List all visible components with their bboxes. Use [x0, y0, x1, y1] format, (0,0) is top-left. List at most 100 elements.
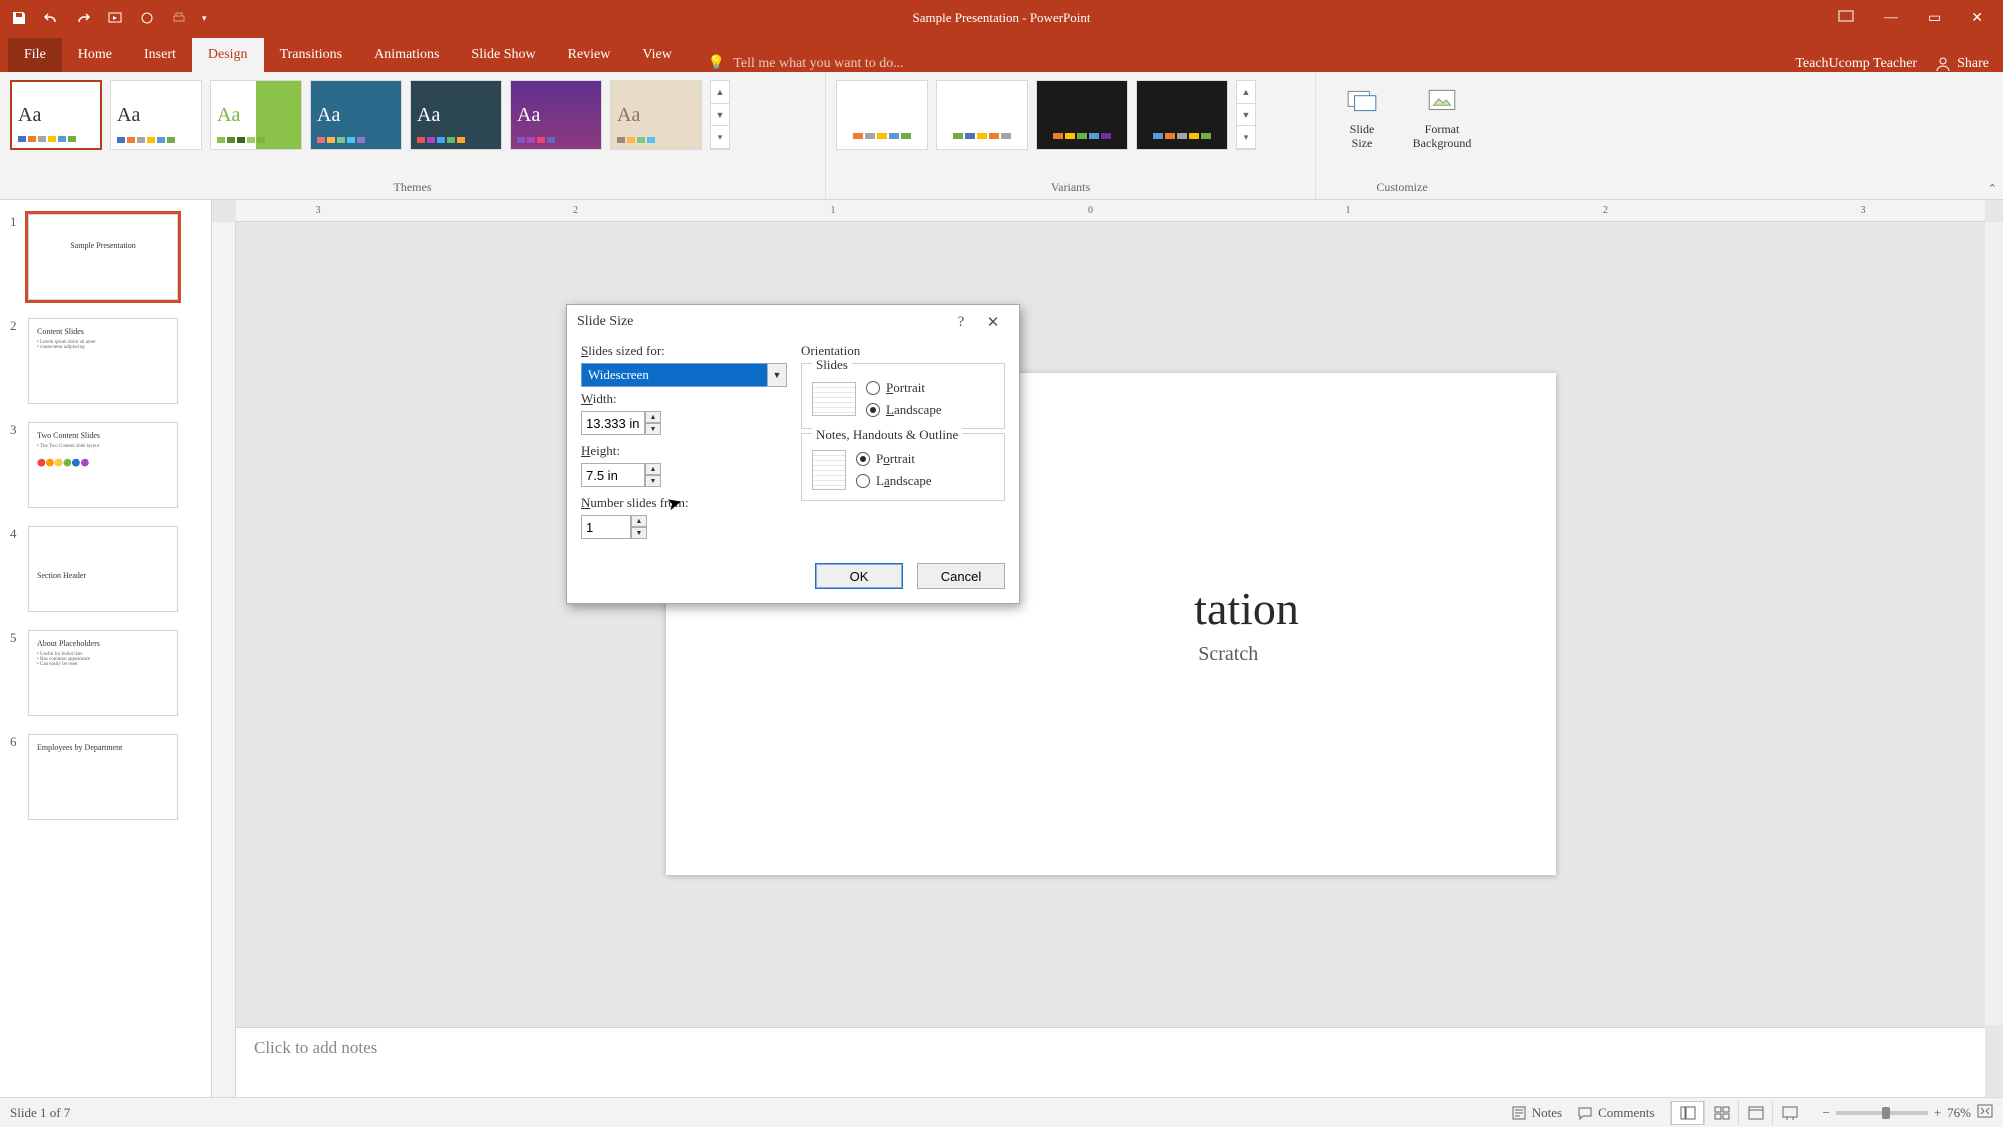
print-icon[interactable] [170, 9, 188, 27]
fit-to-window-button[interactable] [1977, 1104, 1993, 1122]
dialog-title: Slide Size [577, 314, 633, 330]
thumb-number: 1 [10, 214, 22, 230]
maximize-icon[interactable]: ▭ [1928, 10, 1941, 27]
slide-thumbnail[interactable]: Section Header [28, 526, 178, 612]
slide-thumbnail[interactable]: About Placeholders• Useful for bullet li… [28, 630, 178, 716]
variant-tile[interactable] [1036, 80, 1128, 150]
themes-gallery-more[interactable]: ▲▼▾ [710, 80, 730, 150]
theme-tile[interactable]: Aa [10, 80, 102, 150]
lightbulb-icon: 💡 [708, 55, 725, 72]
slide-thumbnail[interactable]: Employees by Department [28, 734, 178, 820]
window-title: Sample Presentation - PowerPoint [912, 10, 1090, 26]
number-from-label: Number slides from: [581, 495, 787, 511]
save-icon[interactable] [10, 9, 28, 27]
number-from-input[interactable] [581, 515, 631, 539]
cancel-button[interactable]: Cancel [917, 563, 1005, 589]
ribbon: Aa Aa Aa Aa Aa Aa Aa ▲▼▾ Themes ▲▼▾ Vari… [0, 72, 2003, 200]
vertical-ruler[interactable] [212, 222, 236, 1097]
theme-tile[interactable]: Aa [510, 80, 602, 150]
variants-gallery-more[interactable]: ▲▼▾ [1236, 80, 1256, 150]
thumb-number: 5 [10, 630, 22, 646]
sized-for-dropdown[interactable]: Widescreen ▼ [581, 363, 787, 387]
share-button[interactable]: Share [1935, 56, 1989, 72]
number-from-spinner[interactable]: ▲▼ [631, 515, 647, 539]
qat-more-icon[interactable]: ▾ [202, 13, 207, 24]
circle-icon[interactable] [138, 9, 156, 27]
thumb-number: 3 [10, 422, 22, 438]
zoom-slider[interactable] [1836, 1111, 1928, 1115]
theme-tile[interactable]: Aa [110, 80, 202, 150]
undo-icon[interactable] [42, 9, 60, 27]
theme-tile[interactable]: Aa [210, 80, 302, 150]
format-background-button[interactable]: Format Background [1406, 80, 1478, 170]
theme-tile[interactable]: Aa [310, 80, 402, 150]
redo-icon[interactable] [74, 9, 92, 27]
slide-thumbnail[interactable]: Content Slides• Lorem ipsum dolor sit am… [28, 318, 178, 404]
theme-tile[interactable]: Aa [610, 80, 702, 150]
tab-review[interactable]: Review [552, 38, 627, 72]
tell-me-placeholder: Tell me what you want to do... [733, 56, 904, 72]
slides-portrait-radio[interactable]: Portrait [866, 380, 942, 396]
sorter-view-button[interactable] [1704, 1101, 1738, 1125]
slideshow-view-button[interactable] [1772, 1101, 1806, 1125]
horizontal-ruler[interactable]: 6 5 4 3 2 1 0 1 2 3 4 5 6 [236, 200, 1985, 222]
tell-me-search[interactable]: 💡 Tell me what you want to do... [708, 55, 904, 72]
startfrom-icon[interactable] [106, 9, 124, 27]
reading-view-button[interactable] [1738, 1101, 1772, 1125]
tab-view[interactable]: View [626, 38, 687, 72]
status-bar: Slide 1 of 7 Notes Comments − + 76% [0, 1097, 2003, 1127]
dialog-help-icon[interactable]: ? [945, 314, 977, 331]
zoom-in-button[interactable]: + [1934, 1105, 1941, 1121]
notes-portrait-radio[interactable]: Portrait [856, 451, 932, 467]
sized-for-value: Widescreen [581, 363, 767, 387]
notes-toggle[interactable]: Notes [1512, 1105, 1562, 1121]
height-spinner[interactable]: ▲▼ [645, 463, 661, 487]
height-label: Height: [581, 443, 787, 459]
dialog-close-icon[interactable]: ✕ [977, 313, 1009, 332]
slides-orientation-label: Slides [812, 357, 852, 373]
width-spinner[interactable]: ▲▼ [645, 411, 661, 435]
slide-size-button[interactable]: Slide Size [1326, 80, 1398, 170]
height-input[interactable] [581, 463, 645, 487]
normal-view-button[interactable] [1670, 1101, 1704, 1125]
slide-thumbnail[interactable]: Two Content Slides• The Two Content slid… [28, 422, 178, 508]
width-input[interactable] [581, 411, 645, 435]
tab-slideshow[interactable]: Slide Show [455, 38, 551, 72]
tab-transitions[interactable]: Transitions [264, 38, 359, 72]
variant-tile[interactable] [836, 80, 928, 150]
customize-group-label: Customize [1326, 176, 1478, 197]
notes-pane[interactable]: Click to add notes [236, 1027, 1985, 1097]
tab-design[interactable]: Design [192, 38, 264, 72]
notes-landscape-radio[interactable]: Landscape [856, 473, 932, 489]
editor-scrollbar[interactable] [1985, 222, 2003, 1025]
slide-thumbnail[interactable]: Sample Presentation [28, 214, 178, 300]
ok-button[interactable]: OK [815, 563, 903, 589]
tab-file[interactable]: File [8, 38, 62, 72]
themes-group-label: Themes [10, 176, 815, 197]
width-label: Width: [581, 391, 787, 407]
ribbon-display-icon[interactable] [1838, 10, 1854, 27]
slide-subtitle[interactable]: Creating a Presentation from Scratch [963, 643, 1258, 666]
page-portrait-icon [812, 450, 846, 490]
slide-thumbnail-panel[interactable]: 1Sample Presentation 2Content Slides• Lo… [0, 200, 212, 1097]
theme-tile[interactable]: Aa [410, 80, 502, 150]
slide-editor: 6 5 4 3 2 1 0 1 2 3 4 5 6 Sample Present… [212, 200, 2003, 1097]
variant-tile[interactable] [1136, 80, 1228, 150]
slides-landscape-radio[interactable]: Landscape [866, 402, 942, 418]
collapse-ribbon-icon[interactable]: ⌃ [1988, 182, 1997, 195]
tab-insert[interactable]: Insert [128, 38, 192, 72]
minimize-icon[interactable]: — [1884, 10, 1898, 26]
comments-toggle[interactable]: Comments [1578, 1105, 1654, 1121]
variants-group-label: Variants [836, 176, 1305, 197]
slide-size-dialog: Slide Size ? ✕ Slides sized for: Widescr… [566, 304, 1020, 604]
zoom-out-button[interactable]: − [1822, 1105, 1829, 1121]
person-icon [1935, 56, 1951, 72]
signed-in-user[interactable]: TeachUcomp Teacher [1795, 56, 1917, 72]
page-landscape-icon [812, 382, 856, 416]
variant-tile[interactable] [936, 80, 1028, 150]
close-icon[interactable]: ✕ [1971, 10, 1983, 27]
chevron-down-icon[interactable]: ▼ [767, 363, 787, 387]
zoom-level[interactable]: 76% [1947, 1105, 1971, 1121]
tab-home[interactable]: Home [62, 38, 128, 72]
tab-animations[interactable]: Animations [358, 38, 455, 72]
